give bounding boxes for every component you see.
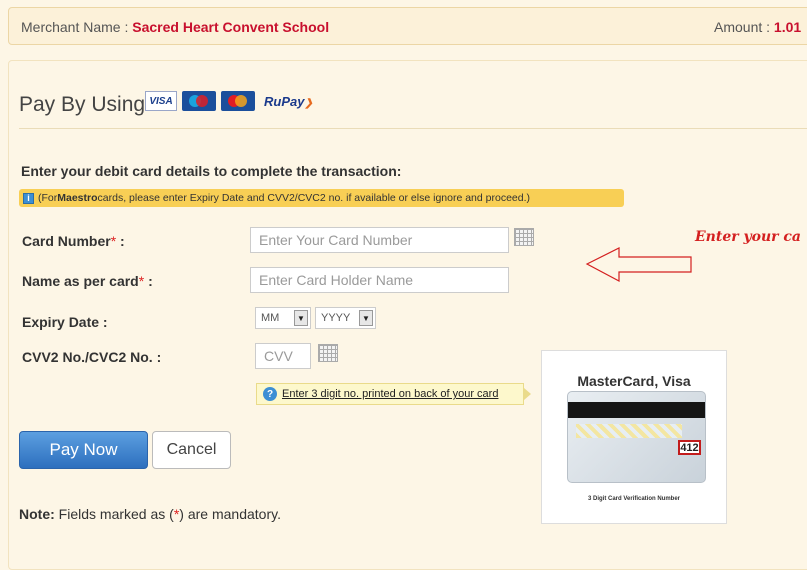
card-holder-name-input[interactable] xyxy=(250,267,509,293)
merchant-name: Sacred Heart Convent School xyxy=(132,19,330,35)
magnetic-strip xyxy=(568,402,705,418)
expiry-month-select[interactable]: MM ▼ xyxy=(255,307,311,329)
maestro-note-suffix: cards, please enter Expiry Date and CVV2… xyxy=(97,192,531,204)
cvv-label: CVV2 No./CVC2 No. : xyxy=(22,349,162,365)
maestro-logo xyxy=(182,91,216,111)
divider xyxy=(19,128,807,129)
mandatory-note: Note: Fields marked as (*) are mandatory… xyxy=(19,506,281,522)
card-example-title: MasterCard, Visa xyxy=(577,373,691,389)
form-instructions: Enter your debit card details to complet… xyxy=(21,163,402,179)
card-number-label: Card Number* : xyxy=(22,233,125,249)
amount-label: Amount : xyxy=(714,19,774,35)
help-icon: ? xyxy=(263,387,277,401)
cancel-button[interactable]: Cancel xyxy=(152,431,231,469)
card-holder-name-label: Name as per card* : xyxy=(22,273,153,289)
card-back-image: 412 xyxy=(567,391,706,483)
maestro-note-brand: Maestro xyxy=(57,192,98,204)
cvv-digits: 412 xyxy=(678,440,701,455)
visa-logo: VISA xyxy=(145,91,177,111)
amount-value: 1.01 xyxy=(773,19,802,35)
mastercard-logo xyxy=(221,91,255,111)
chevron-down-icon: ▼ xyxy=(359,310,373,326)
merchant-bar: Merchant Name : Sacred Heart Convent Sch… xyxy=(8,7,807,45)
keypad-icon[interactable] xyxy=(514,228,534,246)
pay-by-label: Pay By Using xyxy=(19,93,146,116)
hint-pointer xyxy=(524,388,531,400)
maestro-note-prefix: (For xyxy=(38,192,58,204)
expiry-date-label: Expiry Date : xyxy=(22,314,108,330)
cvv-hint[interactable]: ? Enter 3 digit no. printed on back of y… xyxy=(256,383,524,405)
annotation-arrow-icon xyxy=(585,247,692,282)
info-icon: i xyxy=(23,192,34,204)
card-logos: VISA RuPay❯ xyxy=(145,91,313,111)
cvv-input[interactable] xyxy=(255,343,311,369)
expiry-month-value: MM xyxy=(261,312,280,324)
merchant-info: Merchant Name : Sacred Heart Convent Sch… xyxy=(21,19,329,35)
card-example-caption: 3 Digit Card Verification Number xyxy=(587,496,681,502)
card-number-input[interactable] xyxy=(250,227,509,253)
expiry-year-value: YYYY xyxy=(321,312,351,324)
maestro-info-note: i (For Maestro cards, please enter Expir… xyxy=(19,189,624,207)
rupay-logo: RuPay❯ xyxy=(264,93,313,109)
cvv-example-card: MasterCard, Visa 412 3 Digit Card Verifi… xyxy=(541,350,727,524)
expiry-year-select[interactable]: YYYY ▼ xyxy=(315,307,376,329)
annotation-text: Enter your ca xyxy=(695,229,801,245)
signature-panel xyxy=(576,424,682,438)
merchant-label: Merchant Name : xyxy=(21,19,133,35)
keypad-icon[interactable] xyxy=(318,344,338,362)
cvv-hint-link[interactable]: Enter 3 digit no. printed on back of you… xyxy=(282,388,498,400)
chevron-down-icon: ▼ xyxy=(294,310,308,326)
pay-now-button[interactable]: Pay Now xyxy=(19,431,148,469)
amount-info: Amount : 1.01 xyxy=(714,19,801,35)
